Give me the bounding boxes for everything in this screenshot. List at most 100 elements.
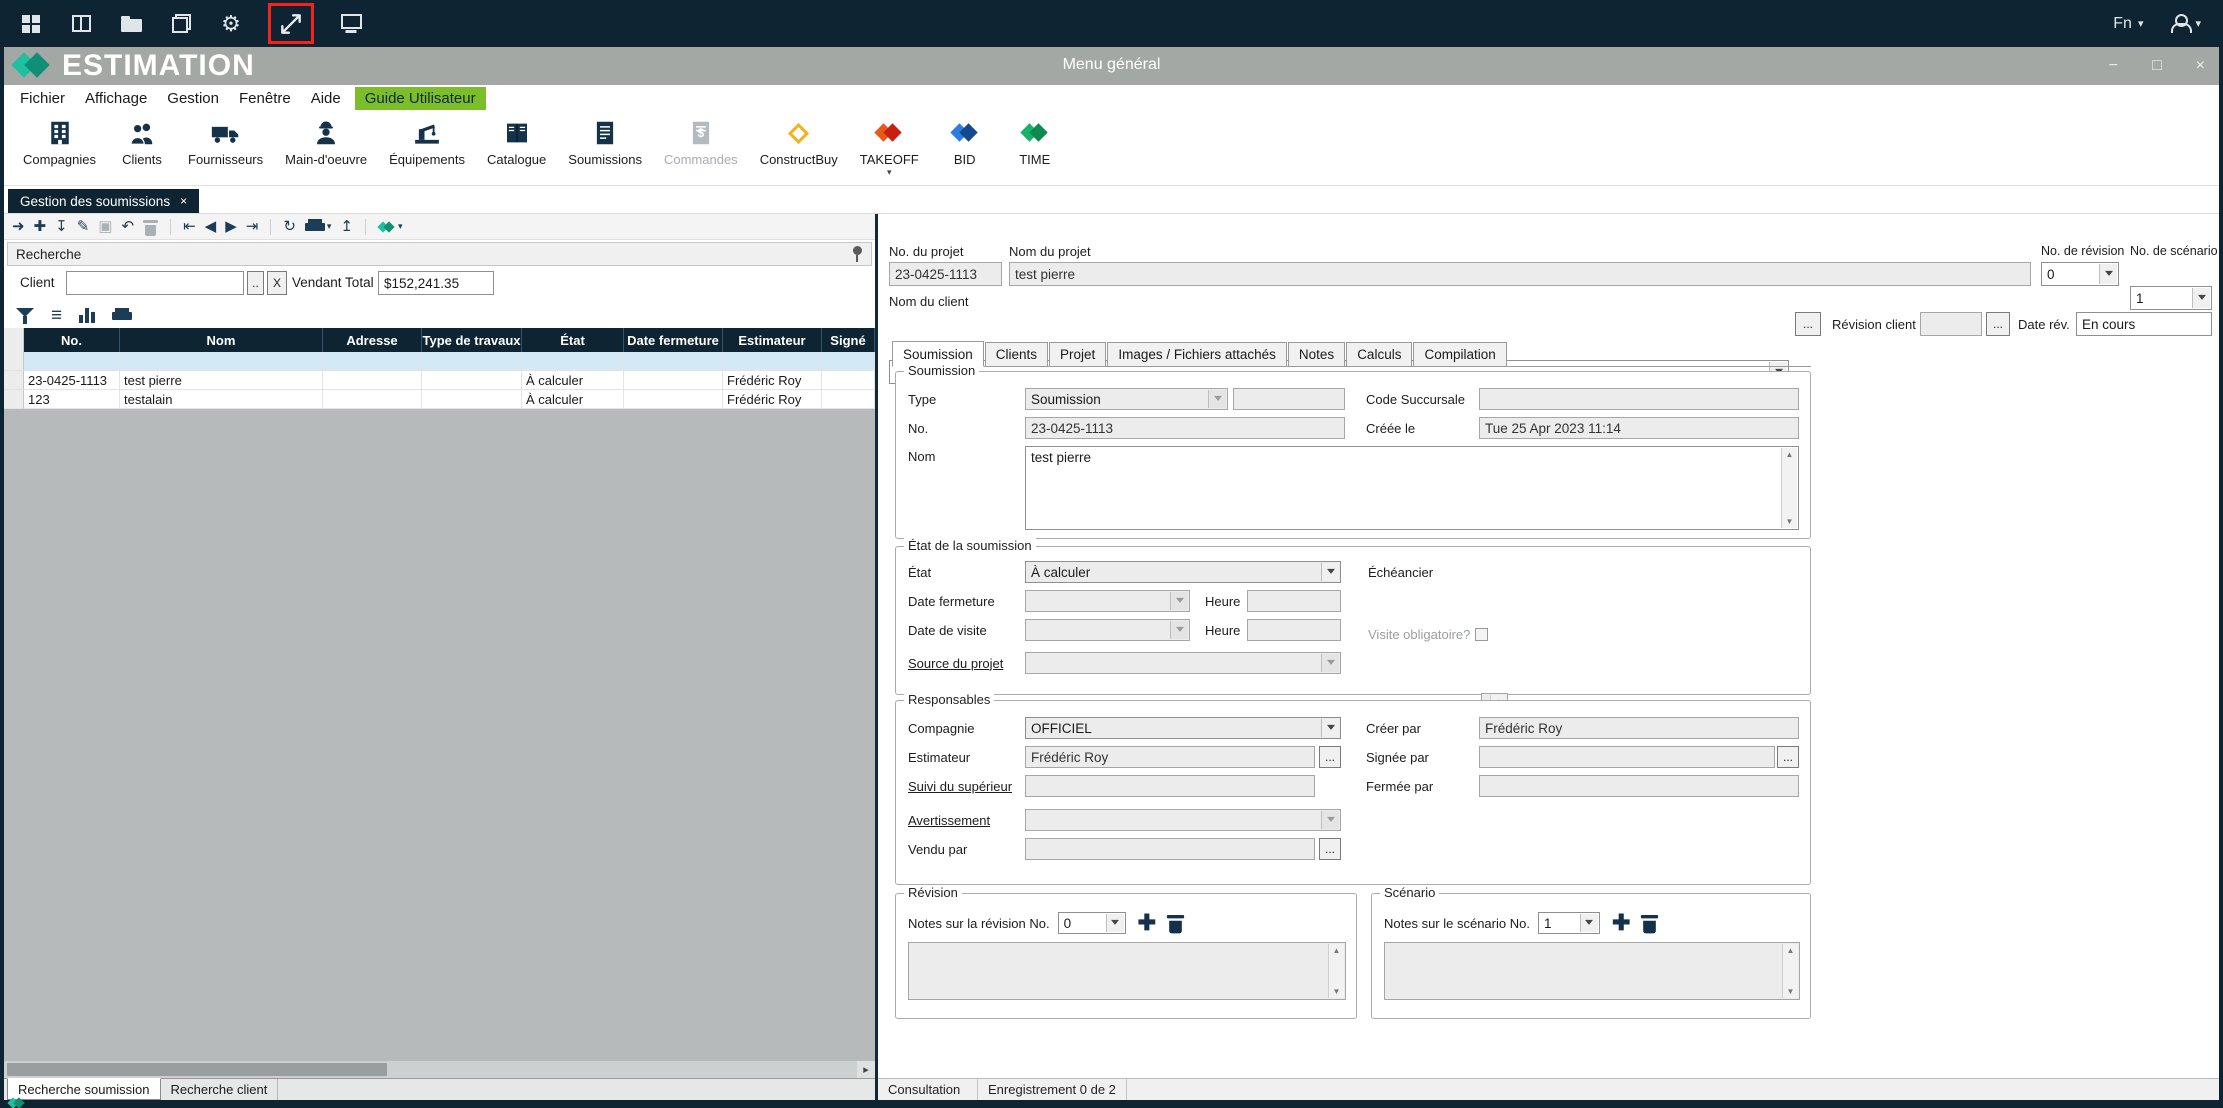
suivi-field[interactable] — [1025, 775, 1315, 797]
chart-bars-icon[interactable] — [79, 308, 95, 323]
column-header-signe[interactable]: Signé — [822, 328, 875, 352]
cell-adresse[interactable] — [323, 371, 422, 390]
cell-adresse[interactable] — [323, 390, 422, 409]
code-succursale-field[interactable] — [1479, 388, 1799, 410]
scroll-up-icon[interactable]: ▲ — [1787, 946, 1795, 955]
dropdown-button[interactable] — [1170, 592, 1188, 610]
date-fermeture-combobox[interactable] — [1025, 590, 1190, 612]
compagnie-combobox[interactable]: OFFICIEL — [1025, 717, 1341, 739]
scrollbar-thumb[interactable] — [7, 1063, 387, 1076]
dropdown-button[interactable] — [1580, 914, 1598, 932]
print-icon[interactable]: ▾ — [305, 219, 332, 234]
column-header-estimateur[interactable]: Estimateur — [723, 328, 822, 352]
cell-type[interactable] — [422, 390, 522, 409]
cell-nom[interactable]: testalain — [120, 390, 323, 409]
nav-prev-icon[interactable]: ◀ — [205, 219, 217, 234]
fermee-par-field[interactable] — [1479, 775, 1799, 797]
no-field[interactable]: 23-0425-1113 — [1025, 417, 1345, 439]
cell-nom[interactable]: test pierre — [120, 371, 323, 390]
table-row[interactable]: 123 testalain À calculer Frédéric Roy — [4, 390, 875, 409]
minimize-button[interactable]: − — [2109, 57, 2118, 75]
new-window-icon[interactable] — [336, 7, 366, 41]
dropdown-button[interactable] — [1321, 563, 1339, 581]
cell-etat[interactable]: À calculer — [522, 390, 624, 409]
cell-fermeture[interactable] — [624, 390, 723, 409]
menu-aide[interactable]: Aide — [301, 87, 351, 110]
delete-record-icon[interactable] — [143, 218, 158, 236]
date-visite-combobox[interactable] — [1025, 619, 1190, 641]
delete-revision-button[interactable] — [1167, 913, 1184, 934]
tab-compilation[interactable]: Compilation — [1413, 342, 1506, 366]
etat-combobox[interactable]: À calculer — [1025, 561, 1341, 583]
open-record-icon[interactable]: ➜ — [12, 219, 25, 234]
tab-gestion-des-soumissions[interactable]: Gestion des soumissions × — [8, 189, 199, 213]
estimateur-field[interactable]: Frédéric Roy — [1025, 746, 1315, 768]
vendu-par-field[interactable] — [1025, 838, 1315, 860]
scroll-up-icon[interactable]: ▲ — [1333, 946, 1341, 955]
no-revision-combobox[interactable]: 0 — [2041, 262, 2119, 286]
brand-menu-icon[interactable]: ▾ — [378, 219, 403, 235]
scroll-down-icon[interactable]: ▼ — [1333, 987, 1341, 996]
tab-calculs[interactable]: Calculs — [1346, 342, 1412, 366]
revision-no-combobox[interactable]: 0 — [1058, 912, 1126, 934]
avertissement-link[interactable]: Avertissement — [908, 813, 1025, 828]
menu-affichage[interactable]: Affichage — [75, 87, 157, 110]
user-menu[interactable]: ▾ — [2171, 14, 2201, 33]
column-header-adresse[interactable]: Adresse — [323, 328, 422, 352]
toolbar-item-main-doeuvre[interactable]: Main-d'oeuvre — [274, 117, 378, 167]
toolbar-item-equipements[interactable]: Équipements — [378, 117, 476, 167]
creee-le-field[interactable]: Tue 25 Apr 2023 11:14 — [1479, 417, 1799, 439]
scenario-no-combobox[interactable]: 1 — [1538, 912, 1600, 934]
revision-client-browse-button[interactable]: ... — [1986, 312, 2010, 336]
dropdown-button[interactable] — [1106, 914, 1124, 932]
tab-recherche-soumission[interactable]: Recherche soumission — [7, 1078, 161, 1100]
scroll-down-icon[interactable]: ▼ — [1786, 517, 1794, 526]
creer-par-field[interactable]: Frédéric Roy — [1479, 717, 1799, 739]
save-record-icon[interactable]: ▣ — [98, 219, 112, 234]
avertissement-combobox[interactable] — [1025, 809, 1341, 831]
cell-estimateur[interactable]: Frédéric Roy — [723, 390, 822, 409]
print-grid-icon[interactable] — [112, 308, 132, 323]
filter-funnel-icon[interactable] — [16, 307, 34, 324]
settings-gear-icon[interactable]: ⚙ — [216, 7, 246, 41]
toolbar-item-compagnies[interactable]: Compagnies — [12, 117, 107, 167]
revision-notes-textarea[interactable]: ▲▼ — [908, 942, 1346, 1000]
dropdown-button[interactable] — [1208, 390, 1226, 408]
pin-icon[interactable] — [853, 246, 863, 263]
no-projet-field[interactable]: 23-0425-1113 — [889, 262, 1002, 286]
cell-etat[interactable]: À calculer — [522, 371, 624, 390]
tab-recherche-client[interactable]: Recherche client — [161, 1079, 279, 1100]
client-clear-button[interactable]: X — [267, 271, 287, 295]
signee-par-browse-button[interactable]: ... — [1777, 746, 1799, 768]
scroll-down-icon[interactable]: ▼ — [1787, 987, 1795, 996]
signee-par-field[interactable] — [1479, 746, 1775, 768]
column-header-type[interactable]: Type de travaux — [422, 328, 522, 352]
client-browse-button[interactable]: .. — [247, 271, 264, 295]
menu-gestion[interactable]: Gestion — [157, 87, 229, 110]
horizontal-scrollbar[interactable]: ▸ — [4, 1061, 875, 1078]
table-row-selected[interactable] — [4, 352, 875, 371]
undo-icon[interactable]: ↶ — [122, 219, 135, 234]
expand-icon[interactable] — [276, 7, 306, 41]
tab-clients[interactable]: Clients — [985, 342, 1048, 366]
nom-textarea[interactable]: test pierre▲▼ — [1025, 446, 1799, 530]
import-icon[interactable]: ↧ — [55, 219, 68, 234]
nom-projet-field[interactable]: test pierre — [1009, 262, 2031, 286]
dropdown-button[interactable] — [1321, 811, 1339, 829]
cell-signe[interactable] — [822, 371, 875, 390]
estimateur-browse-button[interactable]: ... — [1319, 746, 1341, 768]
column-header-no[interactable]: No. — [24, 328, 120, 352]
close-button[interactable]: × — [2196, 57, 2205, 75]
heure-visite-field[interactable] — [1247, 619, 1341, 641]
source-du-projet-link[interactable]: Source du projet — [908, 656, 1025, 671]
edit-record-icon[interactable]: ✎ — [77, 219, 90, 234]
language-selector[interactable]: Fn ▾ — [2113, 15, 2143, 33]
toolbar-item-constructbuy[interactable]: ConstructBuy — [749, 117, 849, 167]
cell-type[interactable] — [422, 371, 522, 390]
scroll-right-button[interactable]: ▸ — [857, 1061, 875, 1078]
revision-client-field[interactable] — [1920, 312, 1982, 336]
nav-next-icon[interactable]: ▶ — [225, 219, 237, 234]
heure-fermeture-field[interactable] — [1247, 590, 1341, 612]
add-revision-button[interactable]: ✚ — [1138, 912, 1156, 934]
date-rev-field[interactable]: En cours — [2076, 312, 2212, 336]
